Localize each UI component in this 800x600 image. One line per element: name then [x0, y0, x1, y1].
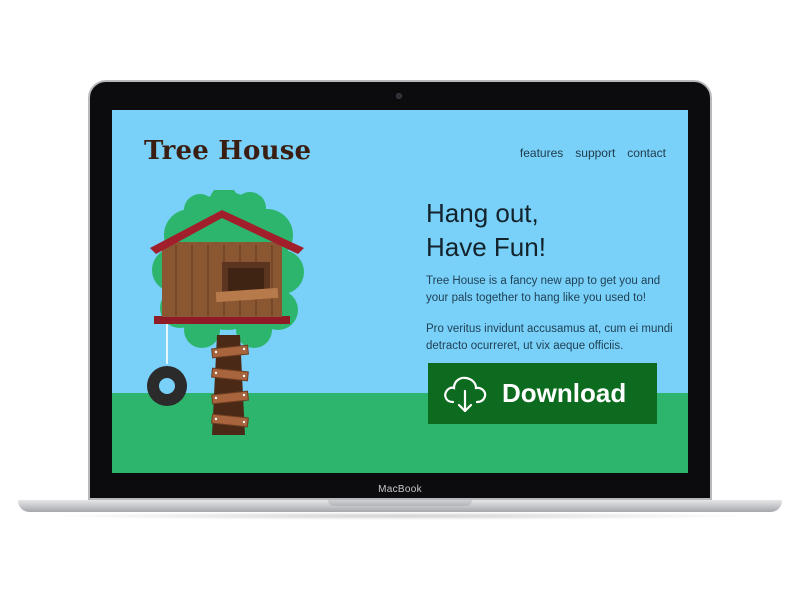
laptop-shadow — [40, 512, 760, 520]
laptop-base-notch — [328, 500, 472, 506]
nav-link-support[interactable]: support — [575, 146, 615, 160]
laptop-screen: Tree House features support contact Hang… — [112, 110, 688, 473]
hero-paragraph-1: Tree House is a fancy new app to get you… — [426, 275, 661, 304]
hero-headline-line2: Have Fun! — [426, 232, 546, 262]
download-button[interactable]: Download — [428, 363, 657, 424]
hero-paragraph-2: Pro veritus invidunt accusamus at, cum e… — [426, 323, 673, 352]
hero-headline-line1: Hang out, — [426, 198, 539, 228]
site-logo[interactable]: Tree House — [144, 136, 311, 166]
cloud-download-icon — [436, 363, 494, 424]
tree-house-illustration — [147, 190, 304, 435]
camera-icon — [396, 93, 402, 99]
laptop-brand-label: MacBook — [378, 484, 422, 495]
download-button-label: Download — [502, 378, 627, 408]
nav-link-features[interactable]: features — [520, 146, 563, 160]
nav-link-contact[interactable]: contact — [627, 146, 666, 160]
hero-headline: Hang out, Have Fun! — [426, 196, 676, 264]
main-nav: features support contact — [520, 146, 666, 160]
